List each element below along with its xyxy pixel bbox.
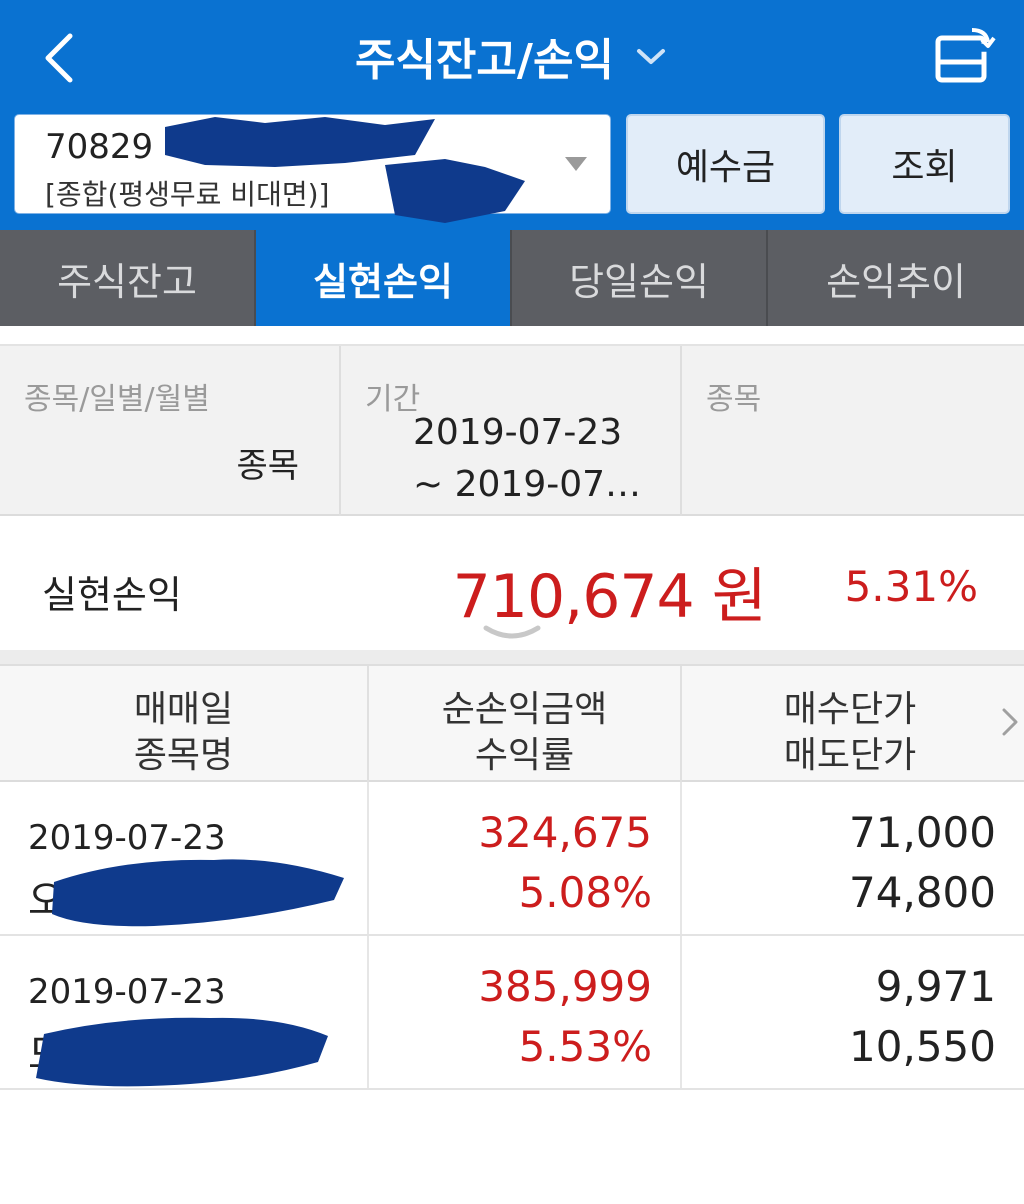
period-start: 2019-07-23 bbox=[413, 412, 623, 453]
cell-date-name: 2019-07-23 도 bbox=[0, 936, 369, 1088]
rotate-screen-icon bbox=[935, 28, 996, 83]
period-label: 기간 bbox=[365, 382, 421, 417]
chevron-right-icon[interactable] bbox=[1000, 706, 1020, 738]
net-profit: 324,675 bbox=[478, 808, 652, 857]
account-select[interactable]: 70829 [종합(평생무료 비대면)] bbox=[14, 114, 611, 223]
app-header: 주식잔고/손익 70829 [종합(평생무료 비대면)] 예수금 조회 bbox=[0, 0, 1024, 230]
table-row[interactable]: 2019-07-23 도 385,999 5.53% 9,971 10,550 bbox=[0, 936, 1024, 1090]
summary-rate: 5.31% bbox=[844, 562, 978, 611]
mode-label: 종목/일별/월별 bbox=[24, 382, 210, 417]
tab-pnl-trend[interactable]: 손익추이 bbox=[768, 230, 1024, 326]
cell-date-name: 2019-07-23 오 bbox=[0, 782, 369, 934]
tab-stock-balance[interactable]: 주식잔고 bbox=[0, 230, 256, 326]
header-return-rate: 수익률 bbox=[474, 735, 575, 776]
query-button[interactable]: 조회 bbox=[839, 114, 1010, 214]
period-selector[interactable]: 기간 2019-07-23 ~ 2019-07… bbox=[341, 346, 682, 516]
return-rate: 5.08% bbox=[518, 868, 652, 917]
sell-price: 74,800 bbox=[849, 868, 996, 917]
summary-panel: 실현손익 710,674 원 5.31% bbox=[0, 518, 1024, 650]
mode-selector[interactable]: 종목/일별/월별 종목 bbox=[0, 346, 341, 516]
header-stock-name: 종목명 bbox=[133, 735, 234, 776]
header-trade-date: 매매일 bbox=[133, 689, 234, 730]
sell-price: 10,550 bbox=[849, 1022, 996, 1071]
chevron-down-icon bbox=[637, 49, 666, 64]
table-header: 매매일 종목명 순손익금액 수익률 매수단가 매도단가 bbox=[0, 664, 1024, 782]
trade-date: 2019-07-23 bbox=[28, 972, 226, 1012]
tab-realized-pnl[interactable]: 실현손익 bbox=[256, 230, 512, 326]
header-date-name: 매매일 종목명 bbox=[0, 666, 369, 782]
summary-label: 실현손익 bbox=[42, 573, 182, 617]
header-buy-price: 매수단가 bbox=[783, 689, 917, 730]
stock-label: 종목 bbox=[706, 382, 762, 417]
account-number: 70829 bbox=[45, 127, 154, 167]
chevron-down-icon[interactable] bbox=[482, 622, 542, 644]
cell-profit: 324,675 5.08% bbox=[369, 782, 682, 934]
period-end: ~ 2019-07… bbox=[413, 464, 642, 505]
redaction-mark bbox=[36, 1017, 328, 1087]
triangle-down-icon bbox=[565, 157, 587, 171]
buy-price: 71,000 bbox=[849, 808, 996, 857]
tab-daily-pnl[interactable]: 당일손익 bbox=[512, 230, 768, 326]
cell-profit: 385,999 5.53% bbox=[369, 936, 682, 1088]
table-row[interactable]: 2019-07-23 오 324,675 5.08% 71,000 74,800 bbox=[0, 782, 1024, 936]
deposit-button[interactable]: 예수금 bbox=[626, 114, 825, 214]
buy-price: 9,971 bbox=[875, 962, 996, 1011]
cell-prices: 9,971 10,550 bbox=[682, 936, 1024, 1088]
redaction-mark bbox=[165, 117, 525, 223]
header-sell-price: 매도단가 bbox=[783, 735, 917, 776]
mode-value: 종목 bbox=[236, 446, 299, 486]
net-profit: 385,999 bbox=[478, 962, 652, 1011]
cell-prices: 71,000 74,800 bbox=[682, 782, 1024, 934]
rotate-screen-button[interactable] bbox=[928, 24, 998, 90]
stock-selector[interactable]: 종목 bbox=[682, 346, 1024, 516]
page-title: 주식잔고/손익 bbox=[354, 35, 614, 86]
tab-bar: 주식잔고 실현손익 당일손익 손익추이 bbox=[0, 230, 1024, 326]
return-rate: 5.53% bbox=[518, 1022, 652, 1071]
redaction-mark bbox=[52, 859, 344, 927]
header-profit-rate: 순손익금액 수익률 bbox=[369, 666, 682, 782]
section-divider bbox=[0, 650, 1024, 664]
header-net-profit: 순손익금액 bbox=[441, 689, 608, 730]
filter-bar: 종목/일별/월별 종목 기간 2019-07-23 ~ 2019-07… 종목 bbox=[0, 344, 1024, 516]
header-prices: 매수단가 매도단가 bbox=[682, 666, 1024, 782]
title-dropdown[interactable]: 주식잔고/손익 bbox=[0, 24, 1024, 88]
